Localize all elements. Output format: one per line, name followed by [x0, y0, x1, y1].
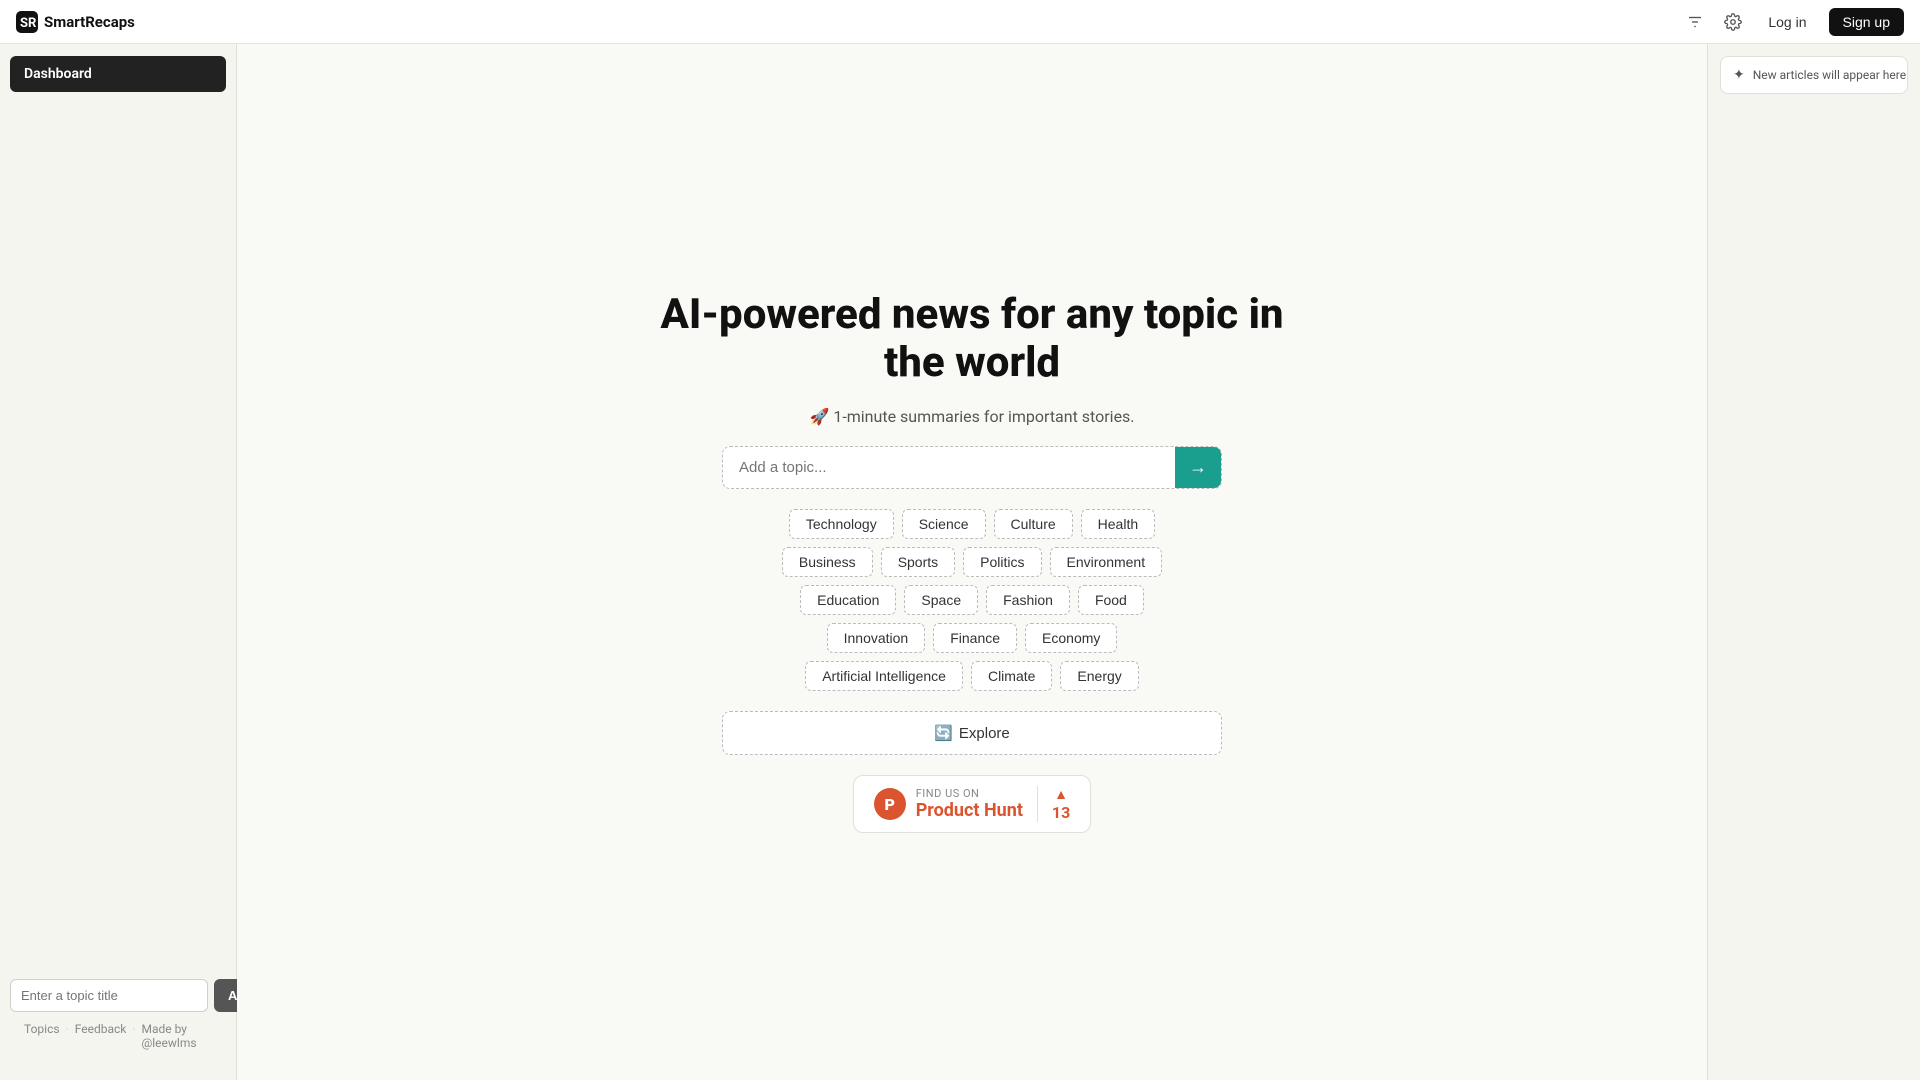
search-box: →: [722, 446, 1222, 489]
footer-topics-link[interactable]: Topics: [24, 1022, 60, 1050]
tag-economy[interactable]: Economy: [1025, 623, 1117, 653]
product-hunt-text: FIND US ON Product Hunt: [916, 787, 1023, 821]
tag-ai[interactable]: Artificial Intelligence: [805, 661, 963, 691]
sidebar-add-row: Add: [10, 979, 226, 1012]
tags-row-4: Innovation Finance Economy: [827, 623, 1118, 653]
center-content: AI-powered news for any topic in the wor…: [642, 291, 1302, 834]
tag-sports[interactable]: Sports: [881, 547, 955, 577]
product-hunt-logo: P: [874, 788, 906, 820]
footer-dot1: ·: [66, 1022, 69, 1050]
filter-icon-button[interactable]: [1682, 9, 1708, 35]
header: SR SmartRecaps Log in Sign up: [0, 0, 1920, 44]
logo-text: SmartRecaps: [44, 13, 135, 31]
tag-space[interactable]: Space: [904, 585, 978, 615]
explore-button[interactable]: 🔄 Explore: [722, 711, 1222, 755]
hero-title: AI-powered news for any topic in the wor…: [642, 291, 1302, 388]
tags-container: Technology Science Culture Health Busine…: [722, 509, 1222, 691]
product-hunt-banner[interactable]: P FIND US ON Product Hunt ▲ 13: [853, 775, 1092, 833]
tags-row-5: Artificial Intelligence Climate Energy: [805, 661, 1139, 691]
tag-technology[interactable]: Technology: [789, 509, 894, 539]
tag-politics[interactable]: Politics: [963, 547, 1041, 577]
sidebar-bottom: Add Topics · Feedback · Made by @leewlms: [0, 967, 236, 1080]
login-button[interactable]: Log in: [1758, 8, 1816, 36]
articles-banner: ✦ New articles will appear here: [1720, 56, 1908, 94]
tag-energy[interactable]: Energy: [1060, 661, 1138, 691]
arrow-right-icon: →: [1189, 457, 1207, 478]
settings-icon-button[interactable]: [1720, 9, 1746, 35]
tag-innovation[interactable]: Innovation: [827, 623, 926, 653]
right-panel: ✦ New articles will appear here: [1707, 44, 1920, 1080]
tag-health[interactable]: Health: [1081, 509, 1155, 539]
tags-row-3: Education Space Fashion Food: [800, 585, 1144, 615]
product-hunt-score: 13: [1052, 803, 1070, 822]
product-hunt-name-label: Product Hunt: [916, 800, 1023, 821]
sidebar-item-dashboard[interactable]: Dashboard: [10, 56, 226, 92]
tag-culture[interactable]: Culture: [994, 509, 1073, 539]
layout: Dashboard Add Topics · Feedback · Made b…: [0, 0, 1920, 1080]
gear-icon: [1724, 13, 1742, 31]
tags-row-2: Business Sports Politics Environment: [782, 547, 1162, 577]
explore-label: Explore: [959, 725, 1010, 742]
upvote-icon: ▲: [1054, 786, 1068, 803]
tag-climate[interactable]: Climate: [971, 661, 1052, 691]
tags-row-1: Technology Science Culture Health: [789, 509, 1155, 539]
logo-icon: SR: [16, 11, 38, 33]
hero-subtitle: 🚀 1-minute summaries for important stori…: [809, 407, 1134, 426]
tag-education[interactable]: Education: [800, 585, 896, 615]
svg-text:SR: SR: [20, 16, 37, 31]
footer-dot2: ·: [132, 1022, 135, 1050]
tag-fashion[interactable]: Fashion: [986, 585, 1070, 615]
logo: SR SmartRecaps: [16, 11, 135, 33]
tag-finance[interactable]: Finance: [933, 623, 1017, 653]
signup-button[interactable]: Sign up: [1829, 8, 1904, 36]
tag-food[interactable]: Food: [1078, 585, 1144, 615]
search-input[interactable]: [723, 447, 1175, 488]
product-hunt-count: ▲ 13: [1037, 786, 1070, 822]
tag-science[interactable]: Science: [902, 509, 986, 539]
filter-icon: [1686, 13, 1704, 31]
sidebar-topic-input[interactable]: [10, 979, 208, 1012]
footer-madeby-link[interactable]: Made by @leewlms: [141, 1022, 212, 1050]
tag-business[interactable]: Business: [782, 547, 873, 577]
product-hunt-find-label: FIND US ON: [916, 787, 1023, 800]
tag-environment[interactable]: Environment: [1050, 547, 1163, 577]
articles-banner-text: New articles will appear here: [1753, 68, 1906, 82]
main-content: AI-powered news for any topic in the wor…: [237, 44, 1707, 1080]
footer-feedback-link[interactable]: Feedback: [75, 1022, 127, 1050]
header-actions: Log in Sign up: [1682, 8, 1904, 36]
sparkle-icon: ✦: [1733, 67, 1745, 83]
sidebar-top: Dashboard: [0, 44, 236, 94]
sidebar: Dashboard Add Topics · Feedback · Made b…: [0, 44, 237, 1080]
search-submit-button[interactable]: →: [1175, 447, 1221, 488]
sidebar-footer: Topics · Feedback · Made by @leewlms: [10, 1012, 226, 1064]
explore-icon: 🔄: [934, 724, 953, 742]
